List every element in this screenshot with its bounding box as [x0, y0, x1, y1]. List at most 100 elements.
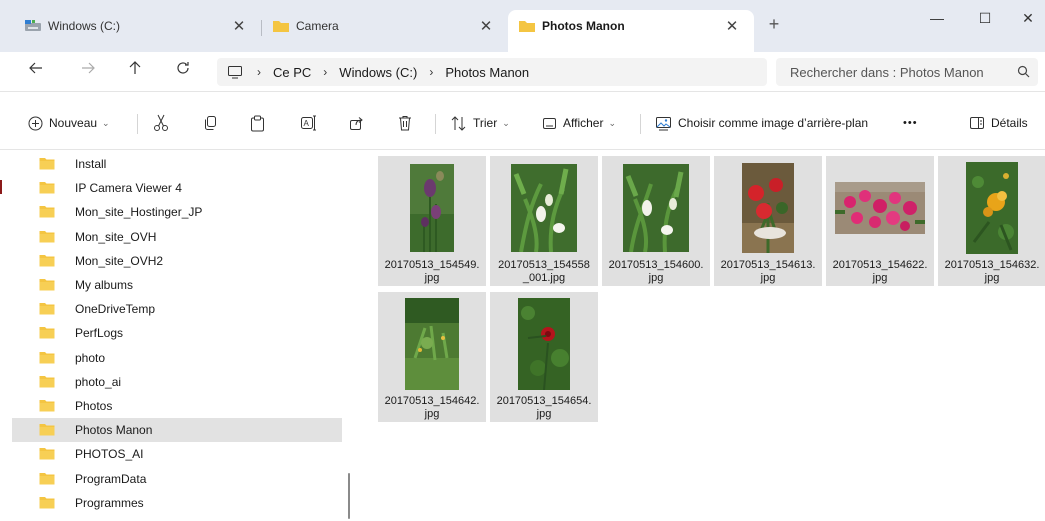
- new-tab-button[interactable]: +: [762, 14, 786, 35]
- trash-icon: [399, 116, 411, 131]
- clipboard-icon: [251, 115, 264, 131]
- file-tile[interactable]: 20170513_154558 _001.jpg: [490, 156, 598, 286]
- sidebar-item-mon-site-ovh2[interactable]: Mon_site_OVH2: [12, 249, 342, 273]
- search-placeholder: Rechercher dans : Photos Manon: [790, 65, 984, 80]
- sidebar-item-photos[interactable]: Photos: [12, 394, 342, 418]
- file-tile[interactable]: 20170513_154632. jpg: [938, 156, 1045, 286]
- file-name-line1: 20170513_154654.: [496, 395, 592, 407]
- sidebar-item-perflogs[interactable]: PerfLogs: [12, 321, 342, 345]
- details-pane-icon: [970, 117, 984, 129]
- view-icon: [543, 117, 556, 129]
- pink-flowers-photo: [835, 182, 925, 234]
- close-icon[interactable]: ✕: [722, 17, 742, 35]
- breadcrumb-item-photos-manon[interactable]: Photos Manon: [445, 65, 529, 80]
- refresh-button[interactable]: [171, 59, 195, 83]
- file-name-line2: jpg: [424, 272, 440, 284]
- delete-button[interactable]: [398, 112, 418, 134]
- svg-text:A: A: [304, 119, 310, 128]
- file-name-line1: 20170513_154558: [498, 259, 590, 271]
- view-button[interactable]: Afficher ⌄: [542, 112, 616, 134]
- breadcrumb[interactable]: › Ce PC › Windows (C:) › Photos Manon: [217, 58, 767, 86]
- folder-icon: [39, 302, 55, 315]
- close-window-button[interactable]: ✕: [1005, 4, 1045, 32]
- sidebar-item-label: Mon_site_OVH2: [75, 253, 164, 268]
- file-name: 20170513_154632. jpg: [938, 259, 1045, 285]
- breadcrumb-item-ce-pc[interactable]: Ce PC: [273, 65, 311, 80]
- tab-bar: Windows (C:) ✕ Camera ✕ Photos Manon ✕ +…: [0, 0, 1045, 52]
- file-name-line2: jpg: [760, 272, 776, 284]
- sidebar-item-label: Programmes: [75, 495, 144, 510]
- new-button[interactable]: Nouveau ⌄: [28, 112, 110, 134]
- sidebar-item-label: Photos Manon: [75, 423, 153, 438]
- folder-icon: [39, 496, 55, 509]
- tab-windows-c[interactable]: Windows (C:) ✕: [14, 10, 256, 52]
- file-tile[interactable]: 20170513_154549. jpg: [378, 156, 486, 286]
- nav-scrollbar[interactable]: [348, 473, 350, 519]
- file-tile[interactable]: 20170513_154654. jpg: [490, 292, 598, 422]
- sidebar-item-ip-camera-viewer-4[interactable]: IP Camera Viewer 4: [12, 176, 342, 200]
- file-tile[interactable]: 20170513_154600. jpg: [602, 156, 710, 286]
- file-name: 20170513_154600. jpg: [602, 259, 710, 285]
- file-tile[interactable]: 20170513_154642. jpg: [378, 292, 486, 422]
- close-icon[interactable]: ✕: [229, 17, 249, 35]
- up-button[interactable]: [123, 59, 147, 83]
- file-name-line1: 20170513_154622.: [832, 259, 928, 271]
- wallpaper-icon: [656, 116, 671, 130]
- sidebar-item-label: IP Camera Viewer 4: [75, 181, 182, 196]
- more-options-button[interactable]: •••: [903, 112, 918, 134]
- copy-button[interactable]: [203, 112, 224, 134]
- sort-button[interactable]: Trier ⌄: [451, 112, 510, 134]
- cut-button[interactable]: [153, 112, 175, 134]
- sidebar-item-mon-site-ovh[interactable]: Mon_site_OVH: [12, 225, 342, 249]
- file-tile[interactable]: 20170513_154622. jpg: [826, 156, 934, 286]
- chevron-down-icon: ⌄: [102, 117, 110, 128]
- file-name: 20170513_154613. jpg: [714, 259, 822, 285]
- sidebar-item-label: Install: [75, 157, 107, 171]
- close-icon[interactable]: ✕: [476, 17, 496, 35]
- set-background-button[interactable]: Choisir comme image d’arrière-plan: [655, 112, 868, 134]
- search-input[interactable]: Rechercher dans : Photos Manon: [776, 58, 1038, 86]
- view-button-label: Afficher: [563, 116, 604, 130]
- window-edge-marker: [0, 180, 2, 194]
- rename-button[interactable]: A: [300, 112, 323, 134]
- sidebar-item-programdata[interactable]: ProgramData: [12, 467, 342, 491]
- maximize-button[interactable]: ☐: [962, 4, 1008, 32]
- sidebar-item-label: photo: [75, 350, 106, 365]
- folder-icon: [39, 230, 55, 243]
- new-button-label: Nouveau: [49, 116, 98, 130]
- back-button[interactable]: [24, 59, 48, 83]
- chevron-right-icon: ›: [323, 65, 328, 79]
- file-list: 20170513_154549. jpg 20170513_154558 _001.j…: [358, 151, 1045, 521]
- sidebar-item-onedrivetemp[interactable]: OneDriveTemp: [12, 297, 342, 321]
- command-bar: Nouveau ⌄ A Trier ⌄ Afficher ⌄ Choisir c…: [0, 92, 1045, 150]
- file-name-line2: jpg: [536, 408, 552, 420]
- file-name: 20170513_154654. jpg: [490, 395, 598, 421]
- share-button[interactable]: [349, 112, 370, 134]
- sidebar-item-photo[interactable]: photo: [12, 346, 342, 370]
- paste-button[interactable]: [250, 112, 271, 134]
- sidebar-item-my-albums[interactable]: My albums: [12, 273, 342, 297]
- scissors-icon: [154, 114, 168, 131]
- tab-photos-manon[interactable]: Photos Manon ✕: [508, 10, 754, 52]
- sidebar-item-photos-ai[interactable]: PHOTOS_AI: [12, 442, 342, 466]
- chevron-down-icon: ⌄: [502, 117, 510, 128]
- sidebar-item-mon-site-hostinger-jp[interactable]: Mon_site_Hostinger_JP: [12, 200, 342, 224]
- drive-icon: [25, 20, 41, 31]
- sidebar-item-install[interactable]: Install: [12, 152, 342, 176]
- toolbar-divider: [640, 114, 641, 134]
- sidebar-item-photos-manon[interactable]: Photos Manon: [12, 418, 342, 443]
- file-name-line1: 20170513_154613.: [720, 259, 816, 271]
- folder-icon: [39, 326, 55, 339]
- sidebar-item-photo-ai[interactable]: photo_ai: [12, 370, 342, 394]
- sort-button-label: Trier: [473, 116, 498, 130]
- navigation-pane: Install IP Camera Viewer 4 Mon_site_Hostin…: [0, 151, 358, 521]
- chevron-right-icon: ›: [429, 65, 434, 79]
- sort-icon: [451, 115, 466, 131]
- sidebar-item-programmes[interactable]: Programmes: [12, 491, 342, 515]
- details-button[interactable]: Détails: [969, 112, 1028, 134]
- file-tile[interactable]: 20170513_154613. jpg: [714, 156, 822, 286]
- breadcrumb-item-windows-c[interactable]: Windows (C:): [339, 65, 417, 80]
- tab-camera[interactable]: Camera ✕: [262, 10, 504, 52]
- forward-button[interactable]: [76, 59, 100, 83]
- minimize-button[interactable]: —: [914, 4, 960, 32]
